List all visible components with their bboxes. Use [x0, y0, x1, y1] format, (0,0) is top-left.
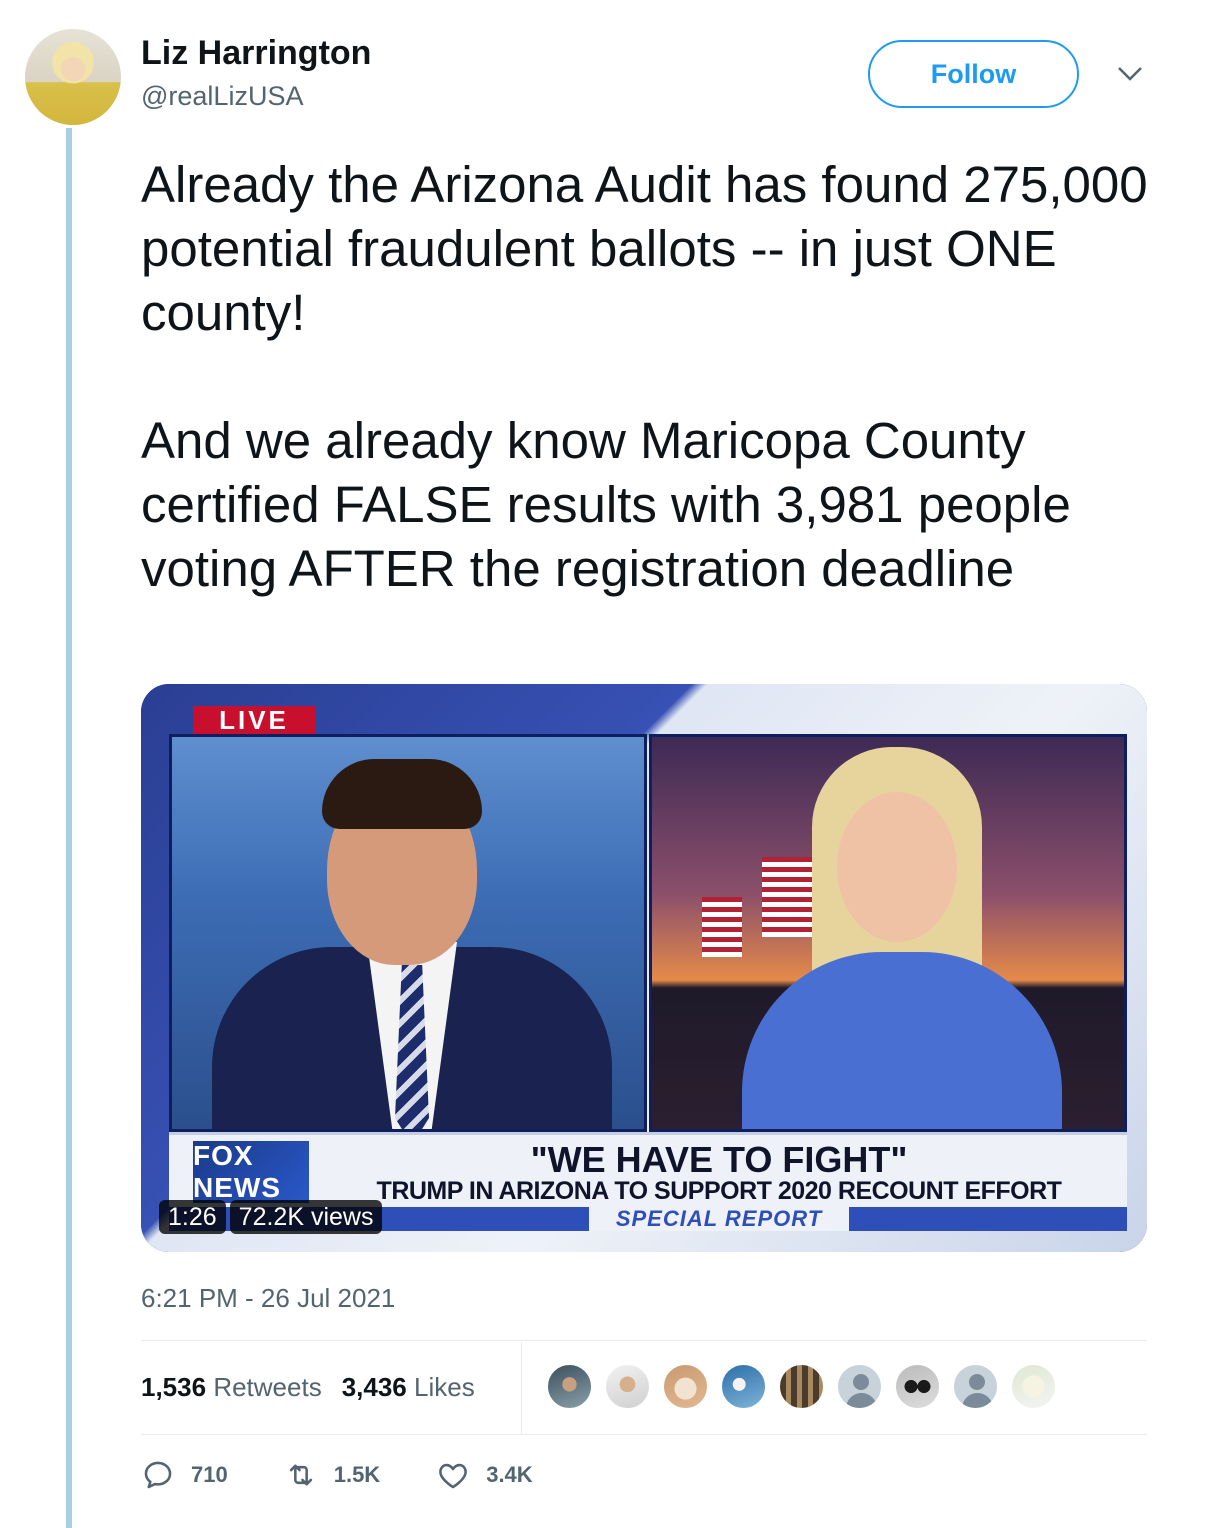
divider — [141, 1340, 1147, 1341]
liker-avatars[interactable] — [546, 1363, 1057, 1410]
liker-avatar[interactable] — [894, 1363, 941, 1410]
thread-line — [66, 128, 72, 1528]
likes-stat[interactable]: 3,436 Likes — [342, 1372, 475, 1403]
video-panel-guest — [649, 734, 1127, 1132]
video-views: 72.2K views — [229, 1200, 383, 1234]
follow-button[interactable]: Follow — [868, 40, 1079, 108]
video-player[interactable]: LIVE FOX NEWS "WE HAVE TO FIGHT" TRUMP I… — [141, 684, 1147, 1252]
liker-avatar[interactable] — [604, 1363, 651, 1410]
liker-avatar[interactable] — [546, 1363, 593, 1410]
author-handle[interactable]: @realLizUSA — [141, 81, 303, 112]
like-count: 3.4K — [486, 1462, 533, 1487]
liker-avatar[interactable] — [662, 1363, 709, 1410]
reply-icon — [144, 1461, 172, 1489]
tweet-text: Already the Arizona Audit has found 275,… — [141, 156, 1148, 597]
retweets-stat[interactable]: 1,536 Retweets — [141, 1372, 322, 1403]
fox-news-logo: FOX NEWS — [193, 1140, 309, 1203]
reply-count: 710 — [191, 1462, 228, 1487]
like-button[interactable]: 3.4K — [436, 1458, 533, 1492]
liker-avatar-default[interactable] — [836, 1363, 883, 1410]
tweet-actions: 710 1.5K 3.4K — [141, 1458, 589, 1492]
heart-icon — [439, 1463, 468, 1489]
video-panel-anchor — [169, 734, 647, 1132]
video-duration: 1:26 — [159, 1200, 226, 1234]
author-name[interactable]: Liz Harrington — [141, 34, 371, 73]
video-badges: 1:26 72.2K views — [159, 1200, 383, 1234]
stats-separator — [521, 1342, 522, 1434]
chyron-headline: "WE HAVE TO FIGHT" — [530, 1139, 908, 1180]
chyron-subline: TRUMP IN ARIZONA TO SUPPORT 2020 RECOUNT… — [376, 1177, 1062, 1205]
live-badge: LIVE — [193, 705, 315, 735]
liker-avatar[interactable] — [1010, 1363, 1057, 1410]
chevron-down-icon[interactable] — [1116, 64, 1144, 84]
divider — [141, 1434, 1147, 1435]
chyron-show: SPECIAL REPORT — [589, 1206, 849, 1231]
tweet-timestamp[interactable]: 6:21 PM - 26 Jul 2021 — [141, 1283, 395, 1314]
engagement-stats: 1,536 Retweets 3,436 Likes — [141, 1372, 475, 1403]
liker-avatar[interactable] — [720, 1363, 767, 1410]
retweet-button[interactable]: 1.5K — [284, 1458, 380, 1492]
reply-button[interactable]: 710 — [141, 1458, 228, 1492]
liker-avatar[interactable] — [778, 1363, 825, 1410]
liker-avatar-default[interactable] — [952, 1363, 999, 1410]
retweet-count: 1.5K — [333, 1462, 381, 1487]
author-avatar[interactable] — [25, 29, 121, 125]
retweet-icon — [289, 1464, 312, 1486]
